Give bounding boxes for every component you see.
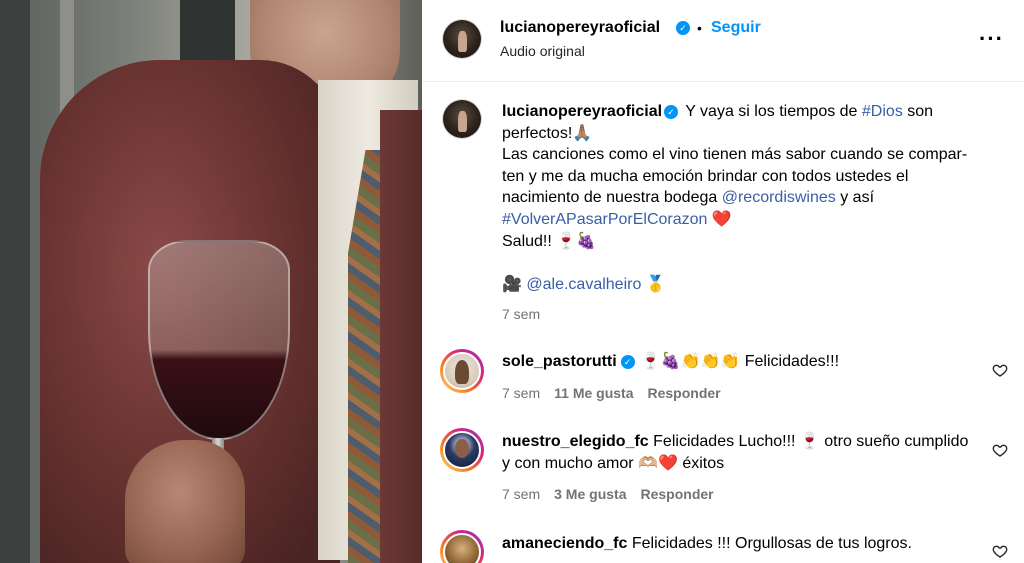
- commenter-avatar[interactable]: [440, 530, 484, 563]
- comment-body: amaneciendo_fc Felicidades !!! Orgullosa…: [502, 533, 977, 555]
- like-heart-icon[interactable]: [992, 543, 1008, 559]
- author-avatar[interactable]: [442, 19, 482, 59]
- verified-badge-icon: ✓: [664, 105, 679, 119]
- more-options-icon[interactable]: ···: [979, 28, 1004, 50]
- post-media-image[interactable]: [0, 0, 422, 563]
- audio-original-link[interactable]: Audio original: [500, 43, 585, 59]
- hashtag-link[interactable]: #VolverAPasarPorElCorazon: [502, 211, 707, 228]
- comment-meta: 7 sem 11 Me gusta Responder: [502, 385, 721, 401]
- comment-timestamp[interactable]: 7 sem: [502, 486, 540, 502]
- caption-text: y así: [835, 189, 875, 207]
- commenter-avatar[interactable]: [440, 428, 484, 472]
- comment-username[interactable]: nuestro_elegido_fc: [502, 433, 649, 450]
- like-heart-icon[interactable]: [992, 362, 1008, 378]
- mention-link[interactable]: @recordiswines: [722, 189, 836, 206]
- caption-author-avatar[interactable]: [442, 99, 482, 139]
- comment-likes-count[interactable]: 11 Me gusta: [554, 385, 633, 401]
- hashtag-link[interactable]: #Dios: [862, 103, 903, 120]
- reply-button[interactable]: Responder: [648, 385, 721, 401]
- caption-text: ❤️: [707, 210, 732, 228]
- verified-badge-icon: ✓: [620, 355, 635, 369]
- comment-meta: 7 sem 3 Me gusta Responder: [502, 486, 714, 502]
- post-caption: lucianopereyraoficial ✓ Y vaya si los tie…: [502, 101, 972, 295]
- comment-username[interactable]: amaneciendo_fc: [502, 535, 627, 552]
- post-header: lucianopereyraoficial ✓ • Seguir Audio o…: [422, 0, 1024, 82]
- reply-button[interactable]: Responder: [640, 486, 713, 502]
- video-camera-emoji: 🎥: [502, 275, 527, 293]
- comment-body: nuestro_elegido_fc Felicidades Lucho!!! …: [502, 431, 977, 475]
- follow-button[interactable]: Seguir: [711, 19, 761, 37]
- comment-timestamp[interactable]: 7 sem: [502, 385, 540, 401]
- medal-emoji: 🥇: [641, 275, 666, 293]
- comment-text: Felicidades !!! Orgullosas de tus logros…: [631, 535, 912, 552]
- verified-badge-icon: ✓: [676, 21, 690, 35]
- comment-text: 🍷🍇👏👏👏 Felicidades!!!: [640, 353, 840, 370]
- like-heart-icon[interactable]: [992, 442, 1008, 458]
- mention-link[interactable]: @ale.cavalheiro: [526, 276, 641, 293]
- caption-text: Y vaya si los tiempos de: [685, 103, 862, 120]
- comment-username[interactable]: sole_pastorutti: [502, 353, 617, 370]
- photo-hand: [125, 440, 245, 563]
- caption-text: Salud!! 🍷🍇: [502, 232, 597, 250]
- background-column: [0, 0, 30, 563]
- comment-body: sole_pastorutti ✓ 🍷🍇👏👏👏 Felicidades!!!: [502, 351, 977, 373]
- separator-dot: •: [697, 20, 702, 36]
- photo-suit-right: [380, 110, 422, 563]
- author-username[interactable]: lucianopereyraoficial: [500, 19, 660, 37]
- caption-timestamp[interactable]: 7 sem: [502, 306, 540, 322]
- caption-username[interactable]: lucianopereyraoficial: [502, 103, 662, 120]
- commenter-avatar[interactable]: [440, 349, 484, 393]
- comment-likes-count[interactable]: 3 Me gusta: [554, 486, 626, 502]
- post-details-panel: lucianopereyraoficial ✓ • Seguir Audio o…: [422, 0, 1024, 563]
